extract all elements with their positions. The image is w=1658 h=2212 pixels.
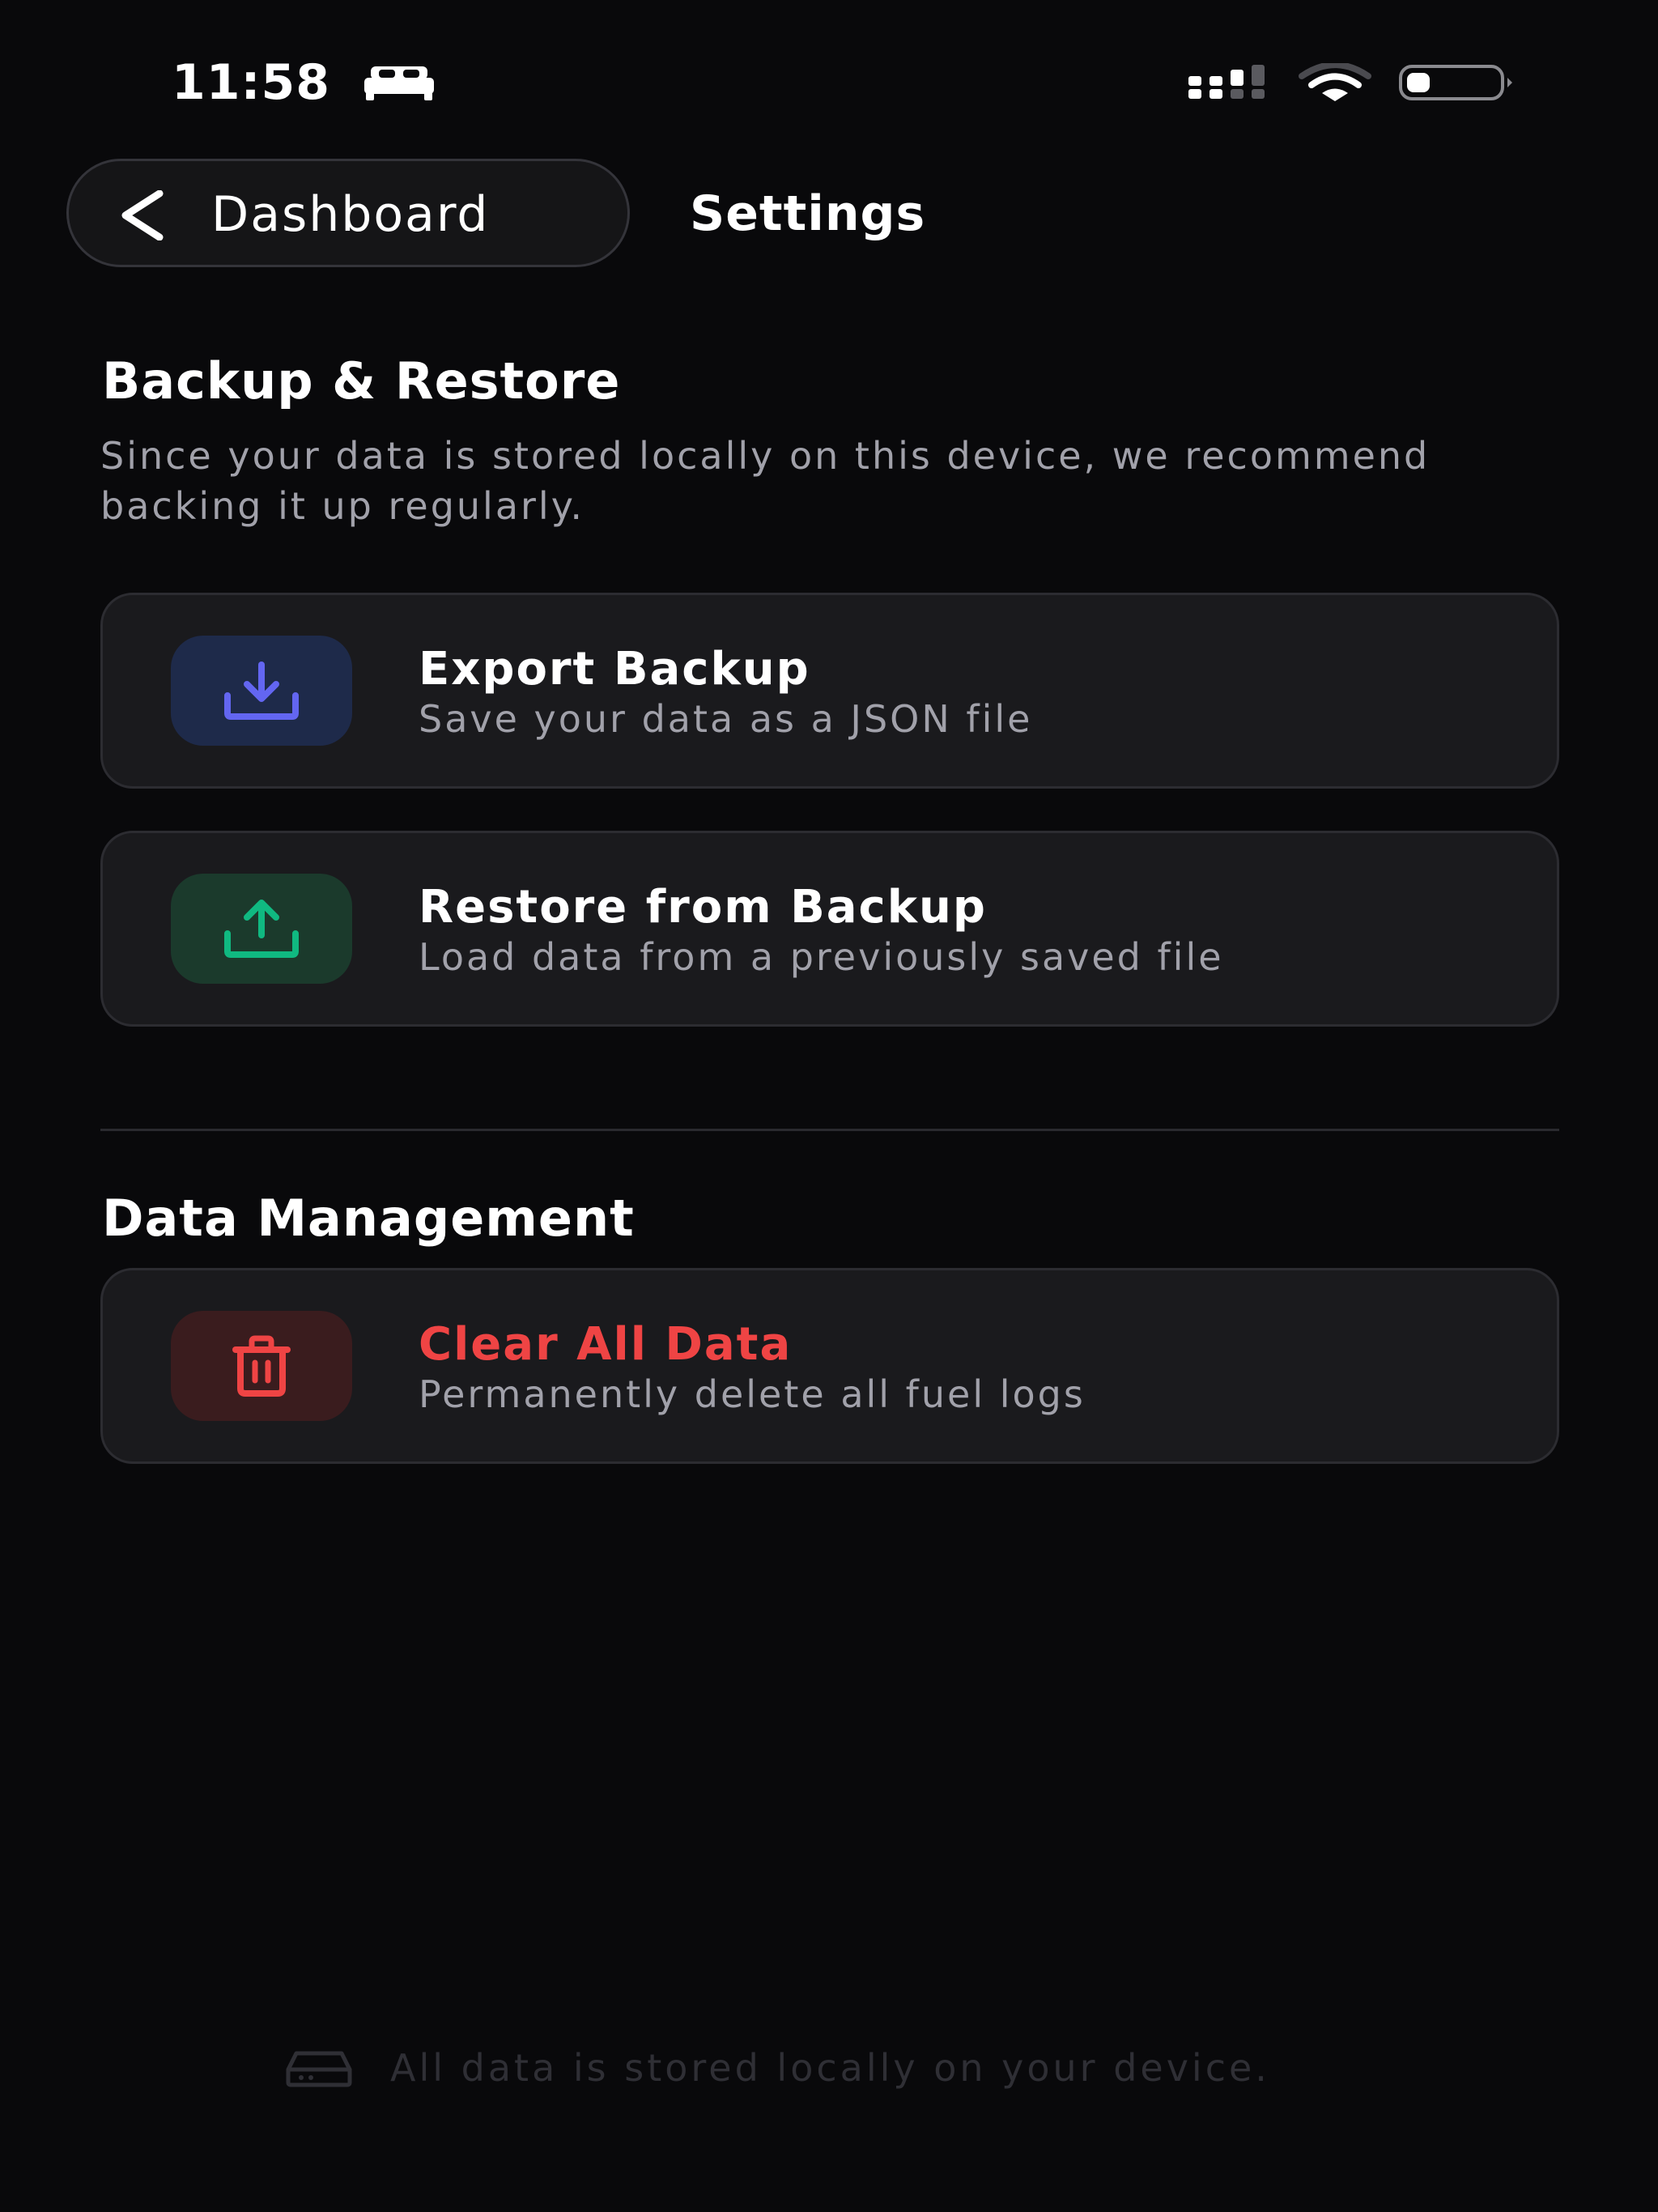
chevron-left-icon bbox=[121, 190, 164, 240]
battery-icon bbox=[1399, 65, 1512, 100]
download-icon bbox=[224, 661, 299, 720]
clear-all-data-button[interactable]: Clear All Data Permanently delete all fu… bbox=[100, 1268, 1559, 1464]
sleep-focus-icon bbox=[364, 66, 434, 100]
upload-icon bbox=[224, 900, 299, 958]
page-title: Settings bbox=[690, 185, 926, 242]
backup-section-description: Since your data is stored locally on thi… bbox=[100, 434, 1431, 528]
data-management-section-title: Data Management bbox=[102, 1189, 635, 1248]
export-backup-button[interactable]: Export Backup Save your data as a JSON f… bbox=[100, 593, 1559, 789]
clear-all-data-title: Clear All Data bbox=[419, 1318, 793, 1371]
restore-backup-subtitle: Load data from a previously saved file bbox=[419, 935, 1224, 979]
cellular-signal-icon bbox=[1188, 65, 1265, 99]
trash-icon bbox=[232, 1335, 291, 1397]
clear-all-data-subtitle: Permanently delete all fuel logs bbox=[419, 1372, 1086, 1416]
clear-icon-container bbox=[171, 1311, 352, 1421]
restore-backup-button[interactable]: Restore from Backup Load data from a pre… bbox=[100, 831, 1559, 1027]
export-backup-title: Export Backup bbox=[419, 643, 810, 696]
hard-drive-icon bbox=[286, 2051, 352, 2087]
export-icon-container bbox=[171, 636, 352, 746]
export-backup-subtitle: Save your data as a JSON file bbox=[419, 697, 1033, 741]
restore-backup-title: Restore from Backup bbox=[419, 881, 987, 934]
backup-section-title: Backup & Restore bbox=[102, 351, 621, 410]
footer-storage-note: All data is stored locally on your devic… bbox=[390, 2046, 1270, 2090]
restore-icon-container bbox=[171, 874, 352, 984]
wifi-icon bbox=[1299, 63, 1371, 101]
section-divider bbox=[100, 1129, 1559, 1131]
back-button[interactable]: Dashboard bbox=[66, 159, 630, 267]
back-button-label: Dashboard bbox=[211, 186, 490, 243]
settings-screen: 11:58 Dashboard Settings Backup & Restor… bbox=[0, 0, 1658, 2212]
status-time: 11:58 bbox=[172, 54, 330, 111]
